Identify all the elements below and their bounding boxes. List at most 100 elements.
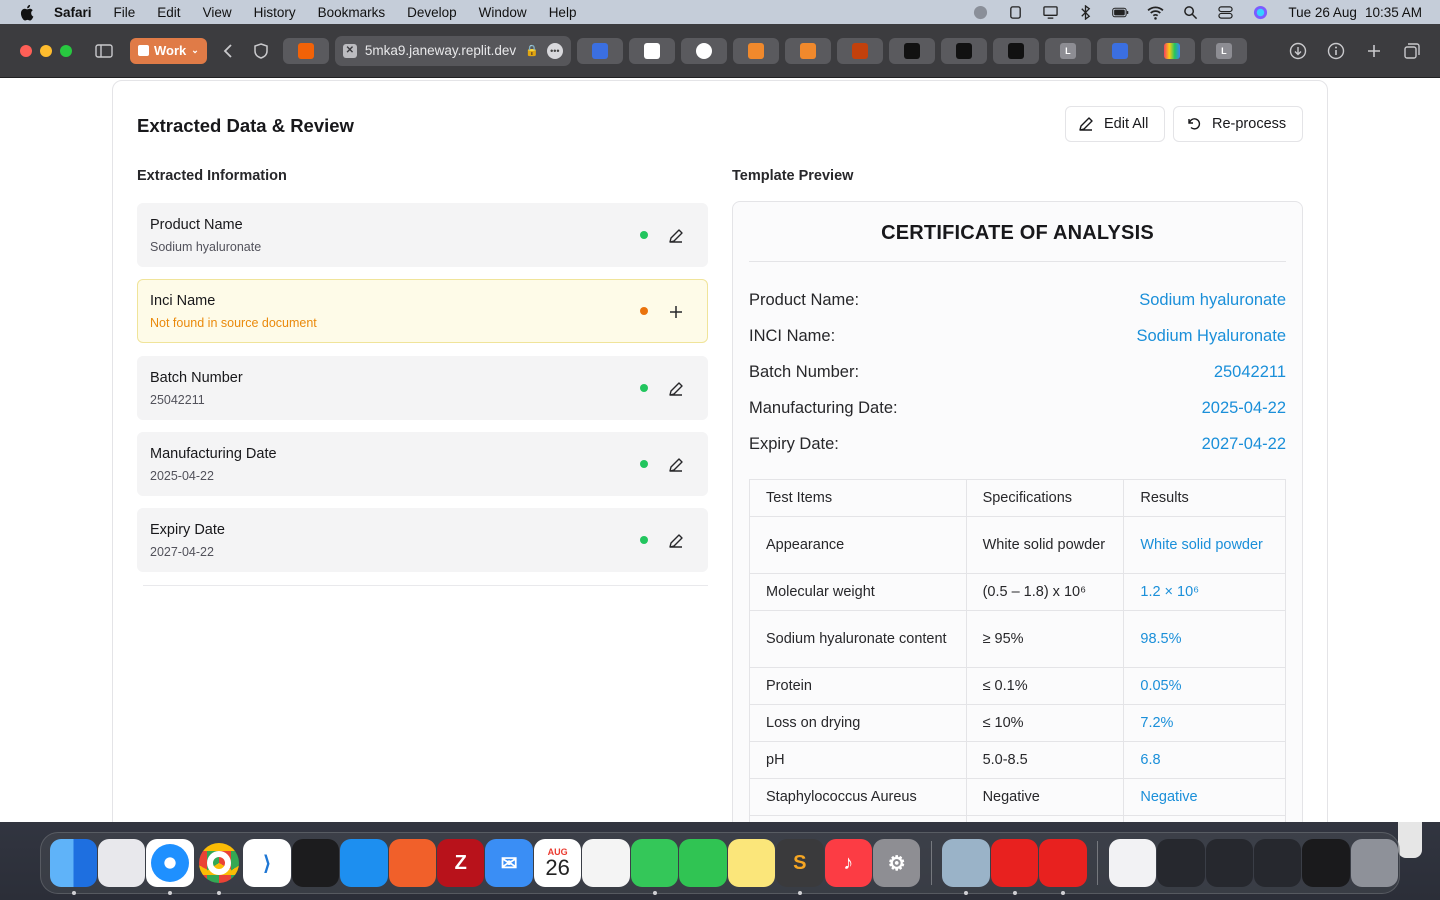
trash-icon[interactable]: [1350, 839, 1399, 887]
review-card: Extracted Data & Review Edit All Re-proc…: [112, 80, 1328, 822]
back-arrow-icon[interactable]: [213, 35, 245, 67]
wifi-icon[interactable]: [1138, 0, 1173, 24]
menu-history[interactable]: History: [243, 5, 307, 20]
system-settings-icon[interactable]: ⚙: [872, 839, 921, 887]
table-header-row: Test Items Specifications Results: [749, 479, 1286, 517]
tab-app-1[interactable]: [888, 37, 935, 64]
messages-icon[interactable]: [630, 839, 679, 895]
anydesk-icon[interactable]: [990, 839, 1039, 895]
finder-icon[interactable]: [49, 839, 97, 895]
docker-icon[interactable]: [340, 839, 388, 887]
close-tab-icon[interactable]: ✕: [342, 43, 357, 58]
menu-help[interactable]: Help: [538, 5, 588, 20]
filezilla-icon[interactable]: Z: [437, 839, 485, 887]
document-icon[interactable]: [1108, 839, 1157, 887]
new-tab-icon[interactable]: [1358, 35, 1390, 67]
pencil-icon: [1079, 117, 1093, 131]
refresh-icon: [1188, 118, 1201, 130]
menu-view[interactable]: View: [192, 5, 243, 20]
close-window-button[interactable]: [20, 44, 32, 57]
field-product-name: Product Name Sodium hyaluronate: [137, 203, 708, 267]
siri-icon[interactable]: [1243, 0, 1278, 24]
tab-overview-icon[interactable]: [1396, 35, 1428, 67]
edit-field-button[interactable]: [665, 378, 687, 400]
field-value: 25042211: [150, 393, 205, 407]
github-icon: [695, 42, 712, 59]
window-thumbnail-icon[interactable]: [1302, 839, 1350, 887]
field-inci-name: Inci Name Not found in source document: [137, 279, 708, 343]
battery-icon[interactable]: [1103, 0, 1138, 24]
vpn-globe-icon[interactable]: [963, 0, 998, 24]
edit-field-button[interactable]: [665, 454, 687, 476]
calendar-icon[interactable]: AUG 26: [533, 839, 582, 887]
control-center-icon[interactable]: [1208, 0, 1243, 24]
page-menu-icon[interactable]: •••: [546, 42, 563, 59]
zoom-window-button[interactable]: [60, 44, 72, 57]
stickies-icon[interactable]: [727, 839, 776, 887]
edit-field-button[interactable]: [665, 225, 687, 247]
address-bar[interactable]: ✕ 5mka9.janeway.replit.dev 🔒 •••: [334, 35, 571, 66]
tab-colorful[interactable]: [1148, 37, 1195, 64]
cert-info-value: Sodium hyaluronate: [1139, 290, 1286, 309]
field-value: Sodium hyaluronate: [150, 240, 262, 254]
menu-app-name[interactable]: Safari: [52, 5, 103, 20]
tab-metamask-3[interactable]: [836, 37, 883, 64]
tab-github[interactable]: [680, 37, 727, 64]
display-icon[interactable]: [1033, 0, 1068, 24]
menu-window[interactable]: Window: [468, 5, 538, 20]
profile-button[interactable]: Work ⌄: [130, 37, 207, 64]
menu-develop[interactable]: Develop: [396, 5, 468, 20]
preview-app-icon[interactable]: [942, 839, 990, 895]
downloads-icon[interactable]: [1282, 35, 1314, 67]
window-thumbnail-icon[interactable]: [1157, 839, 1205, 887]
tab-replit[interactable]: [282, 37, 329, 64]
tab-l-2[interactable]: L: [1200, 37, 1247, 64]
apple-menu-icon[interactable]: [0, 4, 52, 21]
tab-docs[interactable]: [576, 37, 623, 64]
tab-l-1[interactable]: L: [1044, 37, 1091, 64]
accessibility-icon[interactable]: [998, 0, 1033, 24]
tab-app-3[interactable]: [992, 37, 1039, 64]
window-thumbnail-icon[interactable]: [1253, 839, 1302, 887]
anydesk-2-icon[interactable]: [1039, 839, 1087, 895]
tab-mail[interactable]: [628, 37, 675, 64]
tab-metamask-1[interactable]: [732, 37, 779, 64]
chrome-icon[interactable]: [195, 839, 242, 895]
test-item-cell: Sodium hyaluronate content: [749, 610, 967, 668]
field-label: Batch Number: [150, 370, 243, 386]
fox-icon: [851, 42, 868, 59]
add-field-button[interactable]: [665, 301, 687, 323]
launchpad-icon[interactable]: [97, 839, 146, 887]
sublime-text-icon[interactable]: S: [776, 839, 824, 895]
notes-icon[interactable]: [582, 839, 630, 887]
mail-app-icon[interactable]: ✉: [485, 839, 533, 887]
menu-bookmarks[interactable]: Bookmarks: [307, 5, 397, 20]
menu-file[interactable]: File: [103, 5, 147, 20]
pen-app-icon[interactable]: [388, 839, 436, 887]
field-value: 2027-04-22: [150, 545, 214, 559]
spotlight-search-icon[interactable]: [1173, 0, 1208, 24]
cube-app-icon[interactable]: [291, 839, 340, 887]
minimize-window-button[interactable]: [40, 44, 52, 57]
tab-docs-2[interactable]: [1096, 37, 1143, 64]
edit-all-button[interactable]: Edit All: [1065, 106, 1165, 142]
privacy-shield-icon[interactable]: [245, 35, 277, 67]
tab-app-2[interactable]: [940, 37, 987, 64]
window-thumbnail-icon[interactable]: [1205, 839, 1253, 887]
table-row: Appearance White solid powder White soli…: [749, 516, 1286, 574]
reprocess-button[interactable]: Re-process: [1173, 106, 1303, 142]
tab-metamask-2[interactable]: [784, 37, 831, 64]
menu-clock[interactable]: Tue 26 Aug 10:35 AM: [1288, 5, 1422, 20]
bluetooth-icon[interactable]: [1068, 0, 1103, 24]
test-results-table: Test Items Specifications Results Appear…: [749, 479, 1286, 822]
result-cell: 6.8: [1123, 741, 1286, 779]
menu-edit[interactable]: Edit: [146, 5, 191, 20]
facetime-icon[interactable]: [679, 839, 727, 887]
sidebar-toggle-icon[interactable]: [88, 35, 120, 67]
music-icon[interactable]: ♪: [824, 839, 872, 887]
docs-icon: [1111, 42, 1128, 59]
vscode-icon[interactable]: ⟩: [243, 839, 291, 887]
info-icon[interactable]: [1320, 35, 1352, 67]
edit-field-button[interactable]: [665, 530, 687, 552]
safari-icon[interactable]: [146, 839, 194, 895]
